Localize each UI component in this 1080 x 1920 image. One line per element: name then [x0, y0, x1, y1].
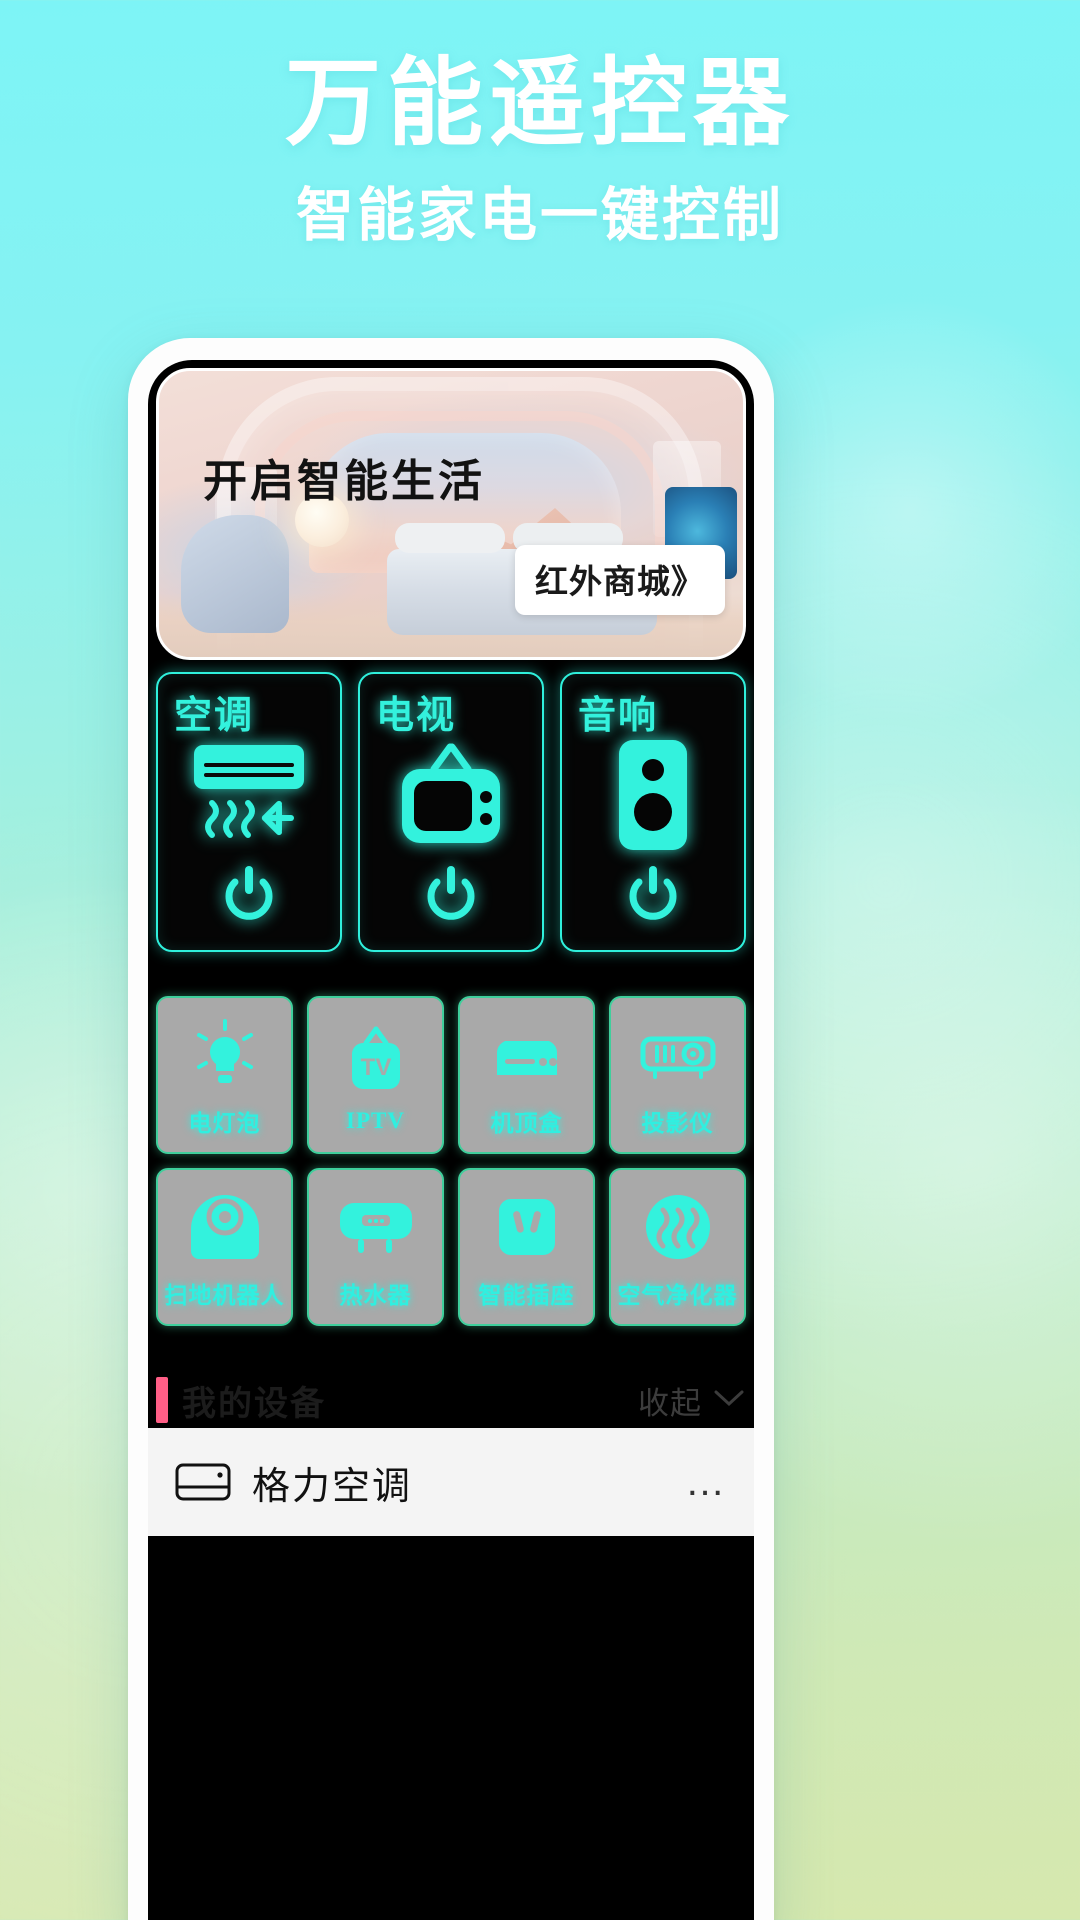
device-tile-iptv[interactable]: TV IPTV [307, 996, 444, 1154]
page-title: 万能遥控器 [285, 50, 795, 157]
robot-vacuum-icon [185, 1184, 265, 1270]
device-tile-label: IPTV [346, 1108, 405, 1133]
my-devices-header: 我的设备 收起 [148, 1372, 754, 1428]
air-conditioner-outline-icon [174, 1460, 238, 1504]
screen-bottom-area [148, 1536, 754, 1656]
phone-screen: 开启智能生活 红外商城》 空调 电视 音响 电灯泡 TV IPTV 机顶盒 投影… [148, 360, 754, 1920]
device-tile-water-heater[interactable]: 热水器 [307, 1168, 444, 1326]
my-devices-list: 格力空调 … [148, 1428, 754, 1536]
card-title: 电视 [376, 695, 457, 737]
promo-header: 万能遥控器 智能家电一键控制 [0, 0, 1080, 247]
power-icon[interactable] [158, 864, 340, 928]
device-tile-projector[interactable]: 投影仪 [609, 996, 746, 1154]
device-grid: 电灯泡 TV IPTV 机顶盒 投影仪 扫地机器人 热水器 智能插座 空气净化器 [156, 996, 746, 1326]
collapse-label[interactable]: 收起 [638, 1378, 702, 1423]
infrared-mall-button[interactable]: 红外商城》 [515, 545, 725, 615]
card-title: 空调 [174, 695, 255, 737]
promo-banner[interactable]: 开启智能生活 红外商城》 [156, 368, 746, 660]
air-purifier-icon [641, 1184, 715, 1270]
device-tile-light-bulb[interactable]: 电灯泡 [156, 996, 293, 1154]
water-heater-icon [332, 1184, 420, 1270]
air-conditioner-icon [158, 736, 340, 854]
section-accent-bar [156, 1377, 168, 1423]
device-grid-row: 扫地机器人 热水器 智能插座 空气净化器 [156, 1168, 746, 1326]
television-icon [360, 736, 542, 854]
more-options-icon[interactable]: … [685, 1462, 728, 1502]
iptv-icon: TV [338, 1016, 414, 1102]
device-tile-label: 空气净化器 [617, 1283, 738, 1308]
phone-mockup: 开启智能生活 红外商城》 空调 电视 音响 电灯泡 TV IPTV 机顶盒 投影… [128, 338, 774, 1920]
power-icon[interactable] [562, 864, 744, 928]
device-tile-set-top-box[interactable]: 机顶盒 [458, 996, 595, 1154]
device-tile-label: 机顶盒 [490, 1111, 563, 1136]
projector-icon [635, 1012, 721, 1098]
armchair-decor [181, 515, 289, 633]
device-name: 格力空调 [252, 1465, 413, 1508]
page-subtitle: 智能家电一键控制 [295, 182, 784, 248]
card-speaker[interactable]: 音响 [560, 672, 746, 952]
my-devices-title: 我的设备 [182, 1384, 326, 1423]
svg-text:TV: TV [360, 1054, 391, 1081]
light-bulb-icon [191, 1012, 259, 1098]
chevron-down-icon[interactable] [712, 1387, 746, 1414]
main-device-cards: 空调 电视 音响 [156, 672, 746, 952]
device-tile-label: 热水器 [339, 1283, 412, 1308]
device-tile-label: 投影仪 [641, 1111, 714, 1136]
card-air-conditioner[interactable]: 空调 [156, 672, 342, 952]
device-tile-smart-socket[interactable]: 智能插座 [458, 1168, 595, 1326]
smart-socket-icon [493, 1184, 561, 1270]
card-television[interactable]: 电视 [358, 672, 544, 952]
card-title: 音响 [578, 695, 659, 737]
device-tile-label: 扫地机器人 [164, 1283, 285, 1308]
device-tile-air-purifier[interactable]: 空气净化器 [609, 1168, 746, 1326]
list-item[interactable]: 格力空调 … [148, 1428, 754, 1536]
device-tile-label: 电灯泡 [188, 1111, 261, 1136]
device-tile-label: 智能插座 [478, 1283, 575, 1308]
power-icon[interactable] [360, 864, 542, 928]
set-top-box-icon [485, 1012, 569, 1098]
device-tile-robot-vacuum[interactable]: 扫地机器人 [156, 1168, 293, 1326]
banner-headline: 开启智能生活 [203, 457, 485, 506]
device-grid-row: 电灯泡 TV IPTV 机顶盒 投影仪 [156, 996, 746, 1154]
speaker-icon [562, 736, 744, 854]
